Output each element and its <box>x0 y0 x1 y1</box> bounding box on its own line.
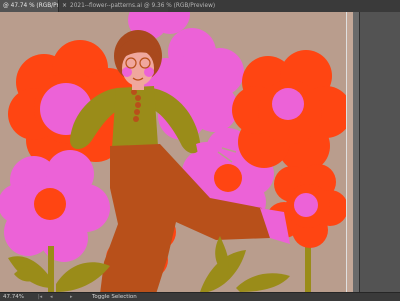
red-flower-right <box>232 50 346 172</box>
close-icon[interactable]: × <box>62 0 67 12</box>
tab-active-document[interactable]: @ 47.74 % (RGB/Preview)× <box>0 0 86 12</box>
right-panel <box>359 12 400 292</box>
tab-flower-patterns[interactable]: × 2021--flower--patterns.ai @ 9.36 % (RGB… <box>58 0 215 12</box>
tab-label: 2021--flower--patterns.ai @ 9.36 % (RGB/… <box>70 3 216 9</box>
artboard-canvas[interactable] <box>0 12 346 292</box>
illustration <box>0 12 346 292</box>
artboard-edge <box>346 12 353 292</box>
pink-flower-lower-left <box>0 150 110 262</box>
